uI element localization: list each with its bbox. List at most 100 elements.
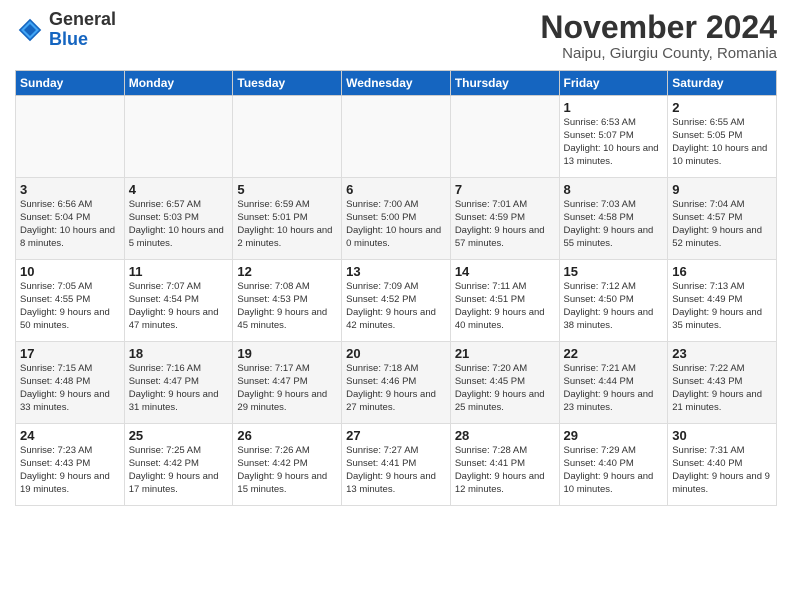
logo-general: General	[49, 9, 116, 29]
title-block: November 2024 Naipu, Giurgiu County, Rom…	[540, 10, 777, 62]
day-number: 19	[237, 346, 337, 361]
day-info: Sunrise: 7:09 AM Sunset: 4:52 PM Dayligh…	[346, 281, 446, 332]
table-row: 19 Sunrise: 7:17 AM Sunset: 4:47 PM Dayli…	[233, 342, 342, 424]
table-row: 25Sunrise: 7:25 AM Sunset: 4:42 PM Dayli…	[124, 424, 233, 506]
day-number: 26	[237, 428, 337, 443]
day-info: Sunrise: 7:00 AM Sunset: 5:00 PM Dayligh…	[346, 199, 446, 250]
table-row	[124, 96, 233, 178]
day-number: 13	[346, 264, 446, 279]
day-number: 6	[346, 182, 446, 197]
day-number: 21	[455, 346, 555, 361]
day-number: 15	[564, 264, 664, 279]
table-row	[342, 96, 451, 178]
day-info: Sunrise: 7:07 AM Sunset: 4:54 PM Dayligh…	[129, 281, 229, 332]
table-row: 2 Sunrise: 6:55 AM Sunset: 5:05 PM Daylig…	[668, 96, 777, 178]
col-friday: Friday	[559, 71, 668, 96]
location: Naipu, Giurgiu County, Romania	[540, 45, 777, 62]
day-info: Sunrise: 6:53 AM Sunset: 5:07 PM Dayligh…	[564, 117, 664, 168]
table-row: 24 Sunrise: 7:23 AM Sunset: 4:43 PM Dayli…	[16, 424, 125, 506]
table-row: 15 Sunrise: 7:12 AM Sunset: 4:50 PM Dayli…	[559, 260, 668, 342]
day-info: Sunrise: 7:12 AM Sunset: 4:50 PM Dayligh…	[564, 281, 664, 332]
calendar: Sunday Monday Tuesday Wednesday Thursday…	[15, 70, 777, 506]
week-row-4: 17 Sunrise: 7:15 AM Sunset: 4:48 PM Dayli…	[16, 342, 777, 424]
col-tuesday: Tuesday	[233, 71, 342, 96]
day-number: 16	[672, 264, 772, 279]
day-number: 30	[672, 428, 772, 443]
table-row: 5Sunrise: 6:59 AM Sunset: 5:01 PM Daylig…	[233, 178, 342, 260]
day-number: 29	[564, 428, 664, 443]
table-row: 30 Sunrise: 7:31 AM Sunset: 4:40 PM Dayli…	[668, 424, 777, 506]
day-number: 3	[20, 182, 120, 197]
table-row: 27 Sunrise: 7:27 AM Sunset: 4:41 PM Dayli…	[342, 424, 451, 506]
day-info: Sunrise: 7:20 AM Sunset: 4:45 PM Dayligh…	[455, 363, 555, 414]
day-number: 2	[672, 100, 772, 115]
day-info: Sunrise: 7:23 AM Sunset: 4:43 PM Dayligh…	[20, 445, 120, 496]
day-number: 5	[237, 182, 337, 197]
day-info: Sunrise: 6:57 AM Sunset: 5:03 PM Dayligh…	[129, 199, 229, 250]
day-info: Sunrise: 7:01 AM Sunset: 4:59 PM Dayligh…	[455, 199, 555, 250]
day-info: Sunrise: 7:08 AM Sunset: 4:53 PM Dayligh…	[237, 281, 337, 332]
col-sunday: Sunday	[16, 71, 125, 96]
day-info: Sunrise: 7:11 AM Sunset: 4:51 PM Dayligh…	[455, 281, 555, 332]
day-number: 23	[672, 346, 772, 361]
day-info: Sunrise: 6:55 AM Sunset: 5:05 PM Dayligh…	[672, 117, 772, 168]
calendar-header-row: Sunday Monday Tuesday Wednesday Thursday…	[16, 71, 777, 96]
week-row-3: 10 Sunrise: 7:05 AM Sunset: 4:55 PM Dayli…	[16, 260, 777, 342]
day-info: Sunrise: 7:04 AM Sunset: 4:57 PM Dayligh…	[672, 199, 772, 250]
col-saturday: Saturday	[668, 71, 777, 96]
day-number: 27	[346, 428, 446, 443]
day-number: 8	[564, 182, 664, 197]
day-number: 24	[20, 428, 120, 443]
day-info: Sunrise: 7:15 AM Sunset: 4:48 PM Dayligh…	[20, 363, 120, 414]
month-title: November 2024	[540, 10, 777, 45]
day-number: 20	[346, 346, 446, 361]
table-row: 6 Sunrise: 7:00 AM Sunset: 5:00 PM Daylig…	[342, 178, 451, 260]
day-info: Sunrise: 7:05 AM Sunset: 4:55 PM Dayligh…	[20, 281, 120, 332]
table-row: 18Sunrise: 7:16 AM Sunset: 4:47 PM Dayli…	[124, 342, 233, 424]
day-number: 7	[455, 182, 555, 197]
table-row: 16 Sunrise: 7:13 AM Sunset: 4:49 PM Dayli…	[668, 260, 777, 342]
day-number: 10	[20, 264, 120, 279]
table-row: 29 Sunrise: 7:29 AM Sunset: 4:40 PM Dayli…	[559, 424, 668, 506]
day-number: 17	[20, 346, 120, 361]
day-number: 11	[129, 264, 229, 279]
table-row: 11 Sunrise: 7:07 AM Sunset: 4:54 PM Dayli…	[124, 260, 233, 342]
day-number: 12	[237, 264, 337, 279]
logo-blue: Blue	[49, 29, 88, 49]
table-row: 9 Sunrise: 7:04 AM Sunset: 4:57 PM Daylig…	[668, 178, 777, 260]
col-wednesday: Wednesday	[342, 71, 451, 96]
day-info: Sunrise: 7:31 AM Sunset: 4:40 PM Dayligh…	[672, 445, 772, 496]
table-row: 4 Sunrise: 6:57 AM Sunset: 5:03 PM Daylig…	[124, 178, 233, 260]
table-row: 3 Sunrise: 6:56 AM Sunset: 5:04 PM Daylig…	[16, 178, 125, 260]
table-row: 20Sunrise: 7:18 AM Sunset: 4:46 PM Dayli…	[342, 342, 451, 424]
day-info: Sunrise: 7:28 AM Sunset: 4:41 PM Dayligh…	[455, 445, 555, 496]
day-info: Sunrise: 7:17 AM Sunset: 4:47 PM Dayligh…	[237, 363, 337, 414]
logo: General Blue	[15, 10, 116, 50]
week-row-1: 1Sunrise: 6:53 AM Sunset: 5:07 PM Daylig…	[16, 96, 777, 178]
table-row: 22Sunrise: 7:21 AM Sunset: 4:44 PM Dayli…	[559, 342, 668, 424]
day-info: Sunrise: 7:21 AM Sunset: 4:44 PM Dayligh…	[564, 363, 664, 414]
day-info: Sunrise: 7:16 AM Sunset: 4:47 PM Dayligh…	[129, 363, 229, 414]
table-row: 14 Sunrise: 7:11 AM Sunset: 4:51 PM Dayli…	[450, 260, 559, 342]
day-info: Sunrise: 7:27 AM Sunset: 4:41 PM Dayligh…	[346, 445, 446, 496]
day-number: 14	[455, 264, 555, 279]
day-number: 4	[129, 182, 229, 197]
day-number: 9	[672, 182, 772, 197]
table-row: 1Sunrise: 6:53 AM Sunset: 5:07 PM Daylig…	[559, 96, 668, 178]
table-row: 8Sunrise: 7:03 AM Sunset: 4:58 PM Daylig…	[559, 178, 668, 260]
table-row: 7 Sunrise: 7:01 AM Sunset: 4:59 PM Daylig…	[450, 178, 559, 260]
table-row	[233, 96, 342, 178]
day-info: Sunrise: 7:25 AM Sunset: 4:42 PM Dayligh…	[129, 445, 229, 496]
table-row: 13 Sunrise: 7:09 AM Sunset: 4:52 PM Dayli…	[342, 260, 451, 342]
day-info: Sunrise: 7:13 AM Sunset: 4:49 PM Dayligh…	[672, 281, 772, 332]
col-monday: Monday	[124, 71, 233, 96]
logo-text: General Blue	[49, 10, 116, 50]
table-row	[450, 96, 559, 178]
day-info: Sunrise: 6:56 AM Sunset: 5:04 PM Dayligh…	[20, 199, 120, 250]
col-thursday: Thursday	[450, 71, 559, 96]
day-info: Sunrise: 7:29 AM Sunset: 4:40 PM Dayligh…	[564, 445, 664, 496]
day-info: Sunrise: 7:26 AM Sunset: 4:42 PM Dayligh…	[237, 445, 337, 496]
week-row-2: 3 Sunrise: 6:56 AM Sunset: 5:04 PM Daylig…	[16, 178, 777, 260]
page: General Blue November 2024 Naipu, Giurgi…	[0, 0, 792, 612]
table-row: 12 Sunrise: 7:08 AM Sunset: 4:53 PM Dayli…	[233, 260, 342, 342]
